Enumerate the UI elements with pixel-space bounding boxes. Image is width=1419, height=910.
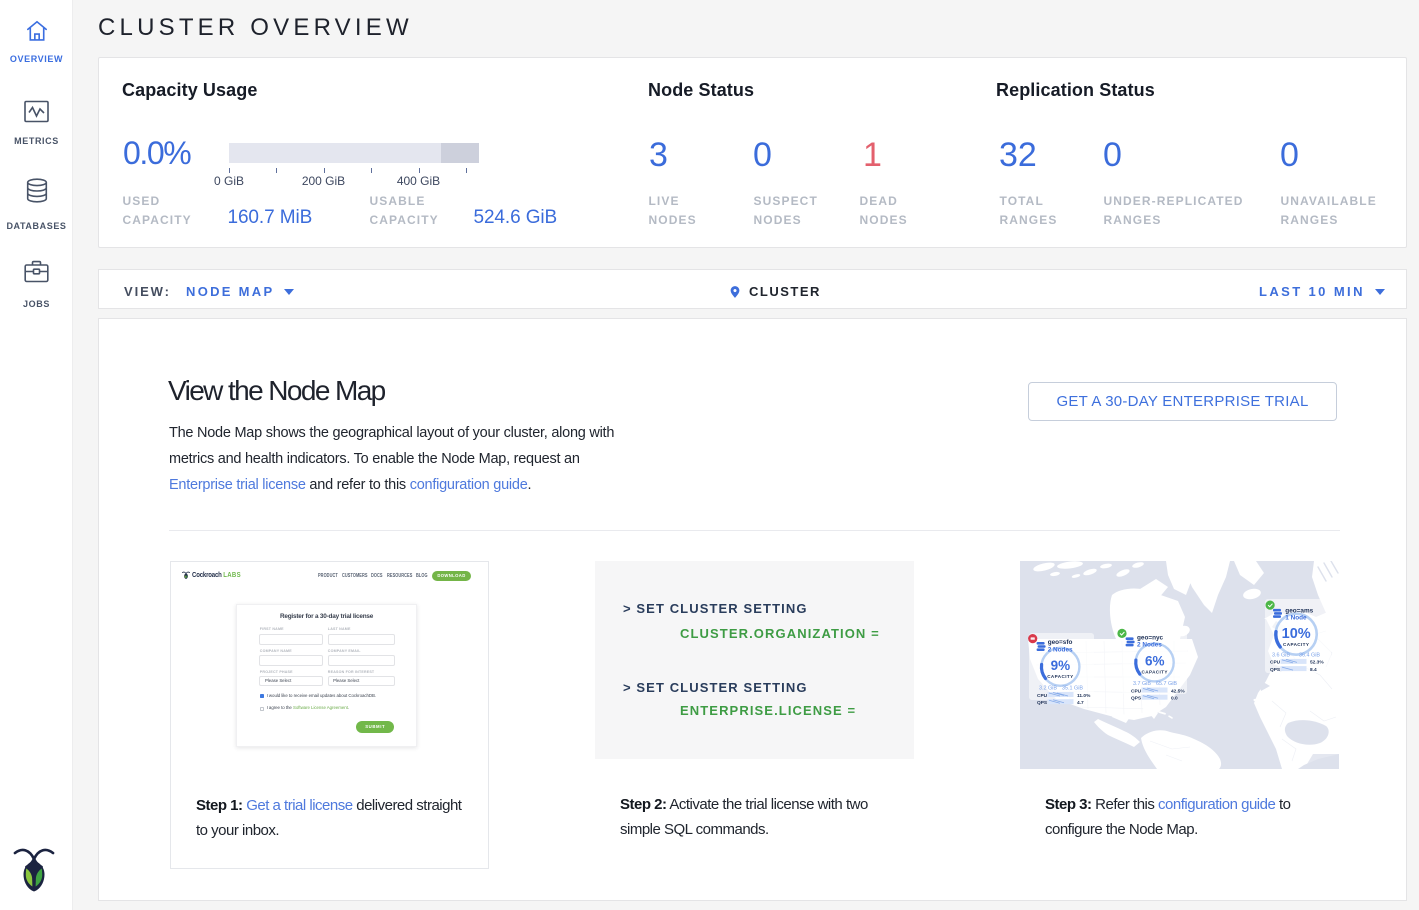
svg-text:2 Nodes: 2 Nodes <box>1137 642 1162 649</box>
svg-text:3.6 GiB: 3.6 GiB <box>1272 652 1290 658</box>
svg-text:11.0%: 11.0% <box>1077 693 1091 699</box>
svg-text:CPU: CPU <box>1037 693 1048 699</box>
svg-text:QPS: QPS <box>1037 700 1048 706</box>
svg-text:4.7: 4.7 <box>1077 700 1084 706</box>
svg-text:CAPACITY: CAPACITY <box>1047 674 1073 679</box>
svg-text:0.0: 0.0 <box>1171 696 1178 702</box>
svg-text:1 Node: 1 Node <box>1285 615 1307 622</box>
svg-text:2 Nodes: 2 Nodes <box>1048 646 1073 653</box>
svg-text:35.1 GiB: 35.1 GiB <box>1062 686 1083 692</box>
svg-text:9%: 9% <box>1051 658 1071 673</box>
svg-text:QPS: QPS <box>1131 696 1142 702</box>
svg-text:36.4 GiB: 36.4 GiB <box>1299 652 1320 658</box>
svg-text:CPU: CPU <box>1131 688 1142 694</box>
svg-text:3.7 GiB: 3.7 GiB <box>1133 681 1151 687</box>
svg-text:CAPACITY: CAPACITY <box>1283 642 1309 647</box>
svg-text:3.2 GiB: 3.2 GiB <box>1039 686 1057 692</box>
svg-text:geo=ams: geo=ams <box>1285 607 1313 614</box>
svg-text:65.7 GiB: 65.7 GiB <box>1156 681 1177 687</box>
svg-text:8.4: 8.4 <box>1310 667 1317 673</box>
svg-text:42.5%: 42.5% <box>1171 688 1185 694</box>
svg-text:CAPACITY: CAPACITY <box>1142 670 1168 675</box>
svg-text:52.3%: 52.3% <box>1310 660 1324 666</box>
svg-text:QPS: QPS <box>1270 667 1281 673</box>
svg-text:geo=nyc: geo=nyc <box>1137 634 1164 641</box>
svg-text:CPU: CPU <box>1270 660 1281 666</box>
svg-text:6%: 6% <box>1145 654 1165 669</box>
svg-text:geo=sfo: geo=sfo <box>1048 639 1073 646</box>
svg-text:10%: 10% <box>1282 626 1311 642</box>
